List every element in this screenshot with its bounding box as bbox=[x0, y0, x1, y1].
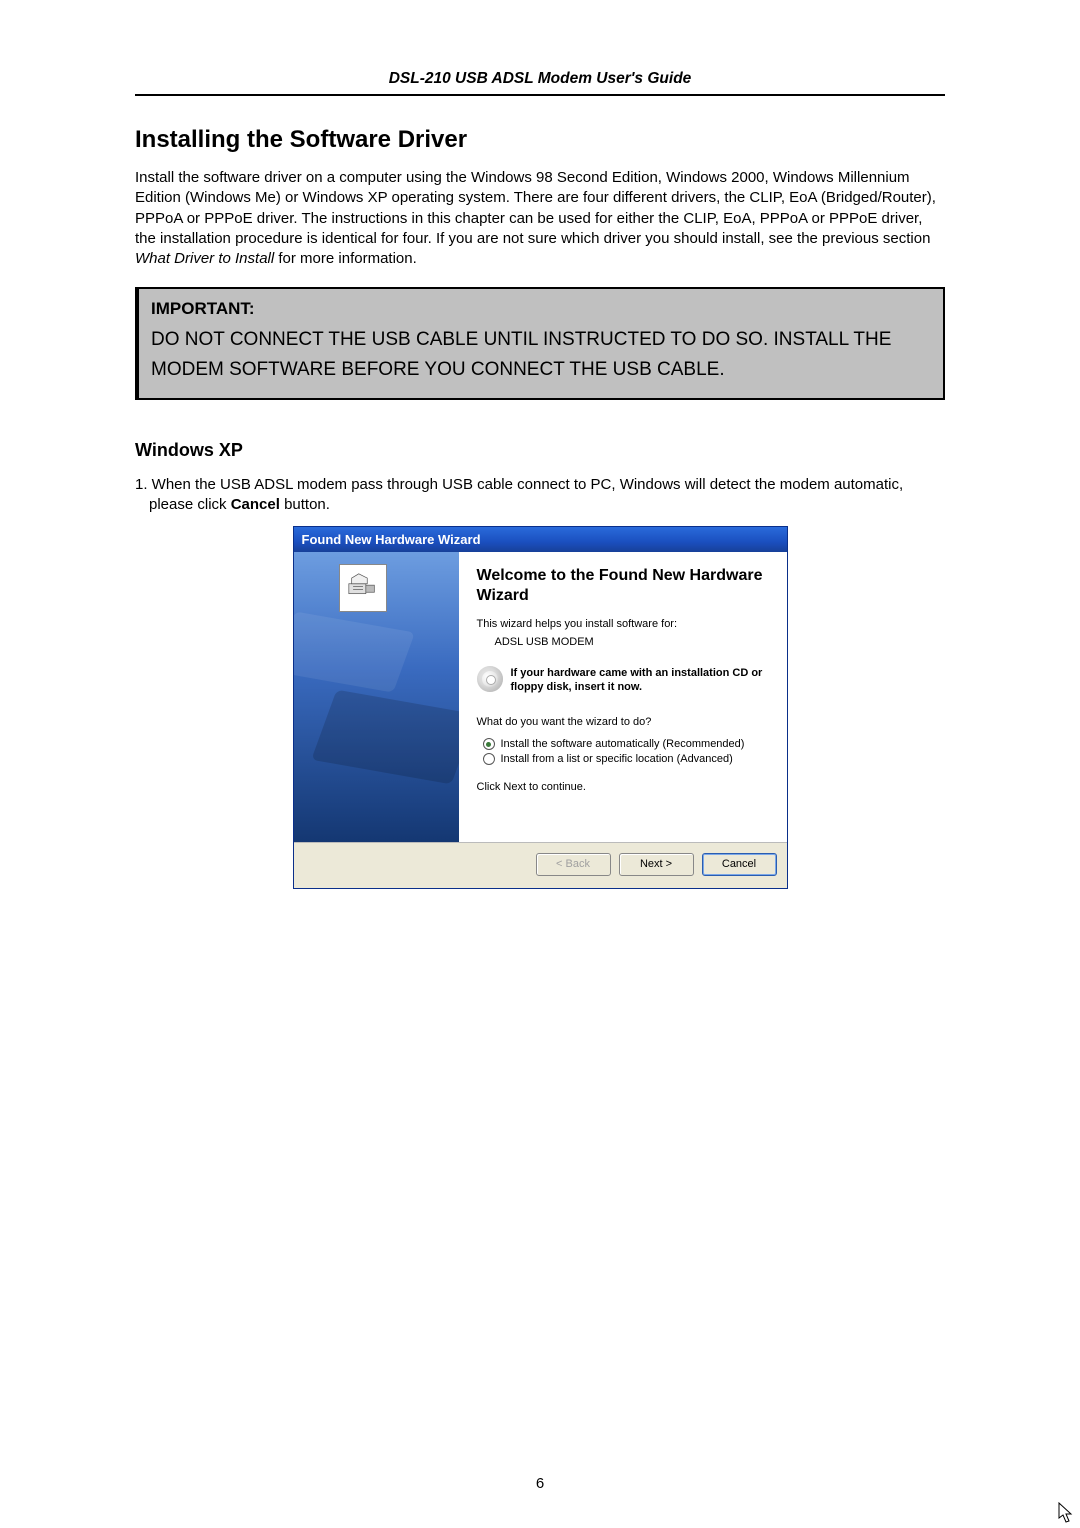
wizard-helps-text: This wizard helps you install software f… bbox=[477, 618, 769, 630]
back-button: < Back bbox=[536, 853, 611, 876]
cd-icon bbox=[477, 666, 503, 692]
wizard-welcome-heading: Welcome to the Found New Hardware Wizard bbox=[477, 566, 769, 606]
found-new-hardware-wizard-dialog: Found New Hardware Wizard bbox=[293, 526, 788, 889]
subsection-heading: Windows XP bbox=[135, 440, 945, 461]
step-1-bold: Cancel bbox=[231, 496, 280, 513]
step-1: 1. When the USB ADSL modem pass through … bbox=[135, 475, 945, 516]
device-connector-icon bbox=[346, 571, 380, 605]
intro-paragraph: Install the software driver on a compute… bbox=[135, 168, 945, 269]
important-body: DO NOT CONNECT THE USB CABLE UNTIL INSTR… bbox=[151, 325, 931, 384]
cancel-button[interactable]: Cancel bbox=[702, 853, 777, 876]
intro-text-italic: What Driver to Install bbox=[135, 250, 274, 267]
radio-option-auto[interactable]: Install the software automatically (Reco… bbox=[483, 738, 769, 750]
section-heading: Installing the Software Driver bbox=[135, 126, 945, 154]
step-1-post: button. bbox=[280, 496, 330, 513]
important-label: IMPORTANT: bbox=[151, 299, 931, 319]
radio-option-list[interactable]: Install from a list or specific location… bbox=[483, 753, 769, 765]
radio-icon bbox=[483, 738, 495, 750]
page-number: 6 bbox=[0, 1475, 1080, 1492]
page-header: DSL-210 USB ADSL Modem User's Guide bbox=[135, 70, 945, 96]
dialog-sidebar bbox=[294, 552, 459, 842]
intro-text-pre: Install the software driver on a compute… bbox=[135, 169, 936, 247]
wizard-device-name: ADSL USB MODEM bbox=[495, 636, 769, 648]
cursor-icon bbox=[1058, 1502, 1076, 1524]
intro-text-post: for more information. bbox=[274, 250, 417, 267]
radio-label-list: Install from a list or specific location… bbox=[501, 753, 733, 765]
next-button[interactable]: Next > bbox=[619, 853, 694, 876]
wizard-question: What do you want the wizard to do? bbox=[477, 716, 769, 728]
radio-label-auto: Install the software automatically (Reco… bbox=[501, 738, 745, 750]
hardware-icon bbox=[339, 564, 387, 612]
important-callout: IMPORTANT: DO NOT CONNECT THE USB CABLE … bbox=[135, 287, 945, 400]
dialog-footer: < Back Next > Cancel bbox=[294, 842, 787, 888]
radio-icon bbox=[483, 753, 495, 765]
dialog-titlebar[interactable]: Found New Hardware Wizard bbox=[294, 527, 787, 552]
wizard-continue-text: Click Next to continue. bbox=[477, 781, 769, 793]
wizard-cd-instruction: If your hardware came with an installati… bbox=[511, 666, 769, 695]
